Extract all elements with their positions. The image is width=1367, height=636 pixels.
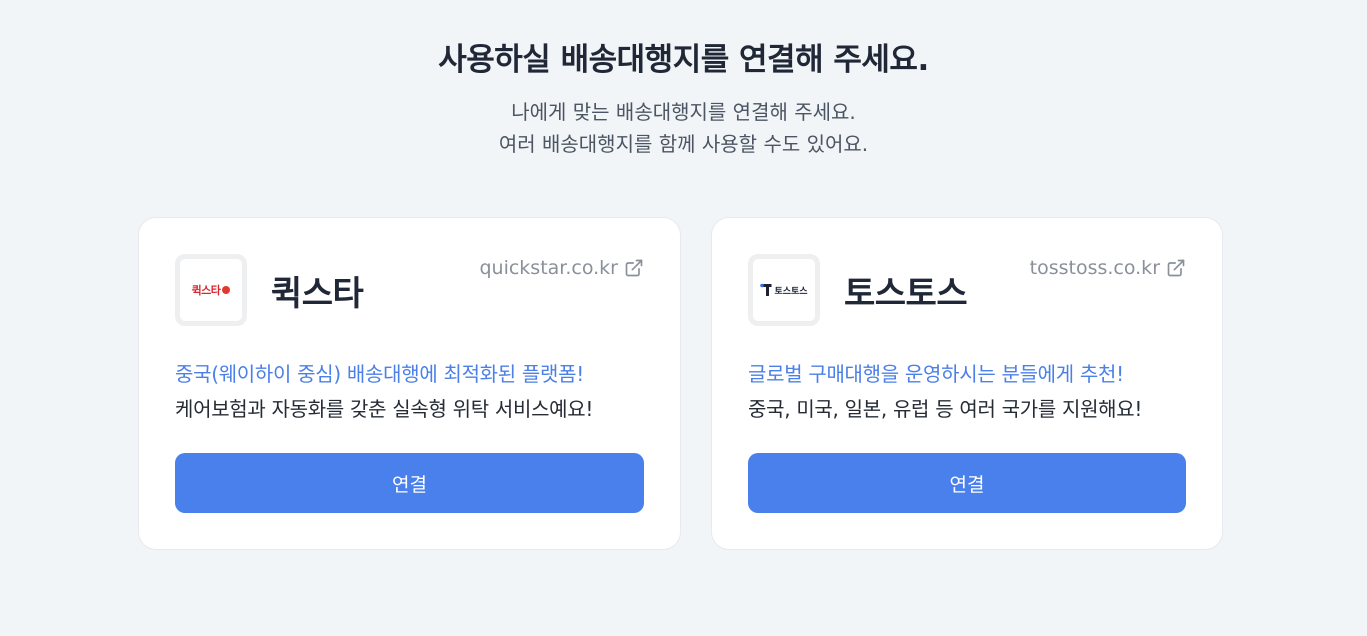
quickstar-site-link-text: quickstar.co.kr [479, 257, 618, 279]
quickstar-site-link[interactable]: quickstar.co.kr [479, 257, 644, 279]
subtitle-line-2: 여러 배송대행지를 함께 사용할 수도 있어요. [498, 132, 869, 156]
quickstar-logo-dot [222, 286, 231, 294]
quickstar-description-highlight: 중국(웨이하이 중심) 배송대행에 최적화된 플랫폼! [175, 362, 584, 386]
subtitle-line-1: 나에게 맞는 배송대행지를 연결해 주세요. [511, 100, 856, 124]
card-name-quickstar: 퀵스타 [271, 274, 364, 314]
tosstoss-logo-text: 토스토스 [774, 286, 808, 297]
card-tosstoss: 토스토스 토스토스 tosstoss.co.kr 글로벌 구매대행을 운영하시는… [711, 217, 1223, 550]
tosstoss-logo: 토스토스 [748, 254, 820, 326]
tosstoss-description: 중국, 미국, 일본, 유럽 등 여러 국가를 지원해요! [748, 397, 1143, 421]
tosstoss-description-highlight: 글로벌 구매대행을 운영하시는 분들에게 추천! [748, 362, 1124, 386]
quickstar-description: 케어보험과 자동화를 갖춘 실속형 위탁 서비스예요! [175, 397, 594, 421]
card-quickstar: 퀵스타 퀵스타 quickstar.co.kr 중국(웨이하이 중심) 배송대행… [138, 217, 681, 550]
page-title: 사용하실 배송대행지를 연결해 주세요. [438, 42, 929, 78]
quickstar-logo-text: 퀵스타 [191, 284, 221, 297]
external-link-icon [625, 259, 643, 277]
card-name-tosstoss: 토스토스 [844, 274, 968, 314]
tosstoss-connect-button[interactable]: 연결 [748, 453, 1186, 513]
tosstoss-site-link[interactable]: tosstoss.co.kr [1030, 257, 1186, 279]
page-subtitle: 나에게 맞는 배송대행지를 연결해 주세요. 여러 배송대행지를 함께 사용할 … [0, 96, 1367, 160]
quickstar-logo: 퀵스타 [175, 254, 247, 326]
tosstoss-site-link-text: tosstoss.co.kr [1029, 257, 1160, 279]
quickstar-connect-button[interactable]: 연결 [175, 453, 644, 513]
external-link-icon [1167, 259, 1185, 277]
tosstoss-logo-mark-icon [760, 283, 772, 296]
